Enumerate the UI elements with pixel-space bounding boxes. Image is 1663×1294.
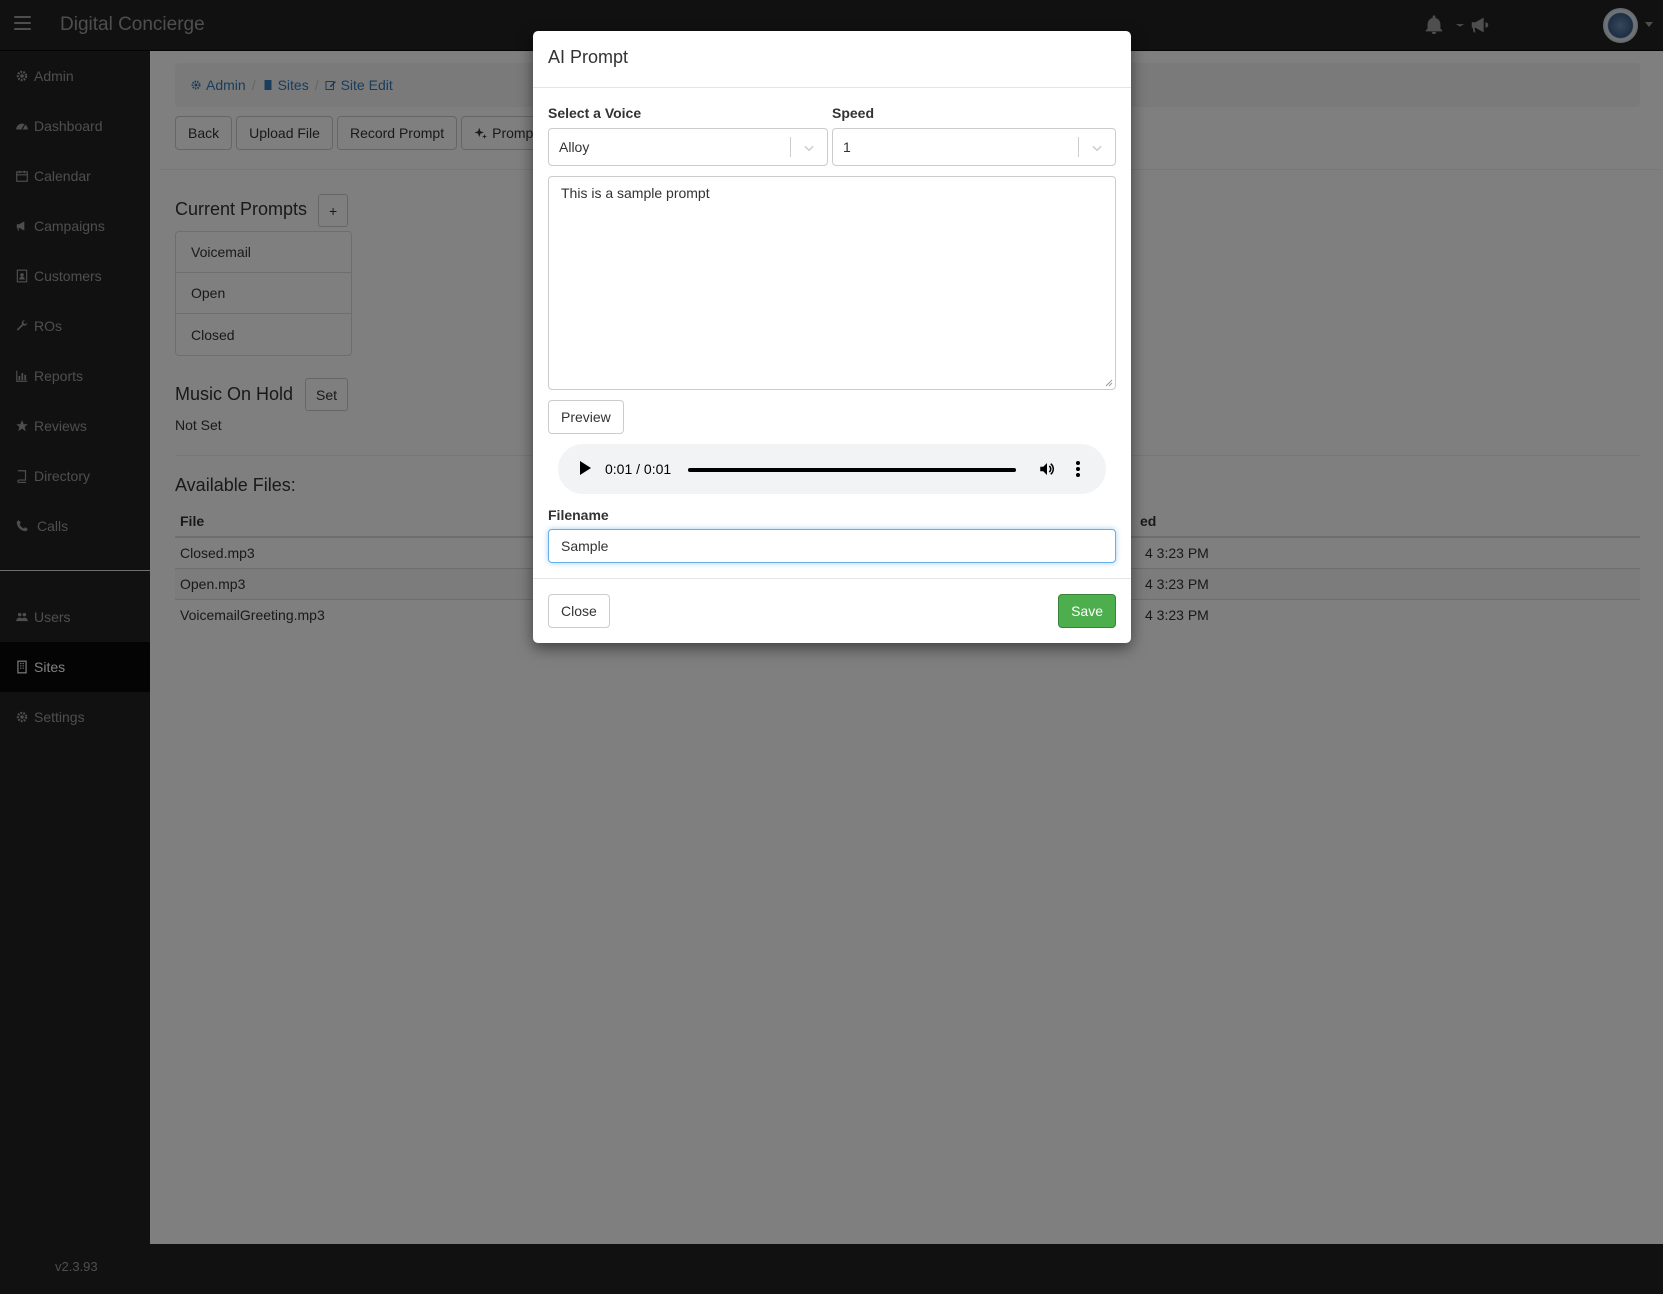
audio-time: 0:01 / 0:01 — [605, 461, 672, 477]
resize-grip-icon[interactable] — [1105, 379, 1113, 387]
save-button[interactable]: Save — [1058, 594, 1116, 628]
volume-icon[interactable] — [1038, 460, 1056, 478]
more-options-icon[interactable] — [1076, 460, 1080, 478]
modal-title: AI Prompt — [548, 47, 629, 67]
play-icon[interactable] — [580, 461, 591, 475]
chevron-down-icon[interactable] — [1090, 141, 1104, 155]
prompt-textarea[interactable]: This is a sample prompt — [548, 176, 1116, 390]
filename-label: Filename — [548, 507, 609, 523]
audio-progress-track[interactable] — [688, 468, 1016, 472]
chevron-down-icon[interactable] — [802, 141, 816, 155]
speed-select[interactable]: 1 — [832, 128, 1116, 166]
filename-input[interactable] — [548, 529, 1116, 563]
voice-label: Select a Voice — [548, 105, 642, 121]
preview-button[interactable]: Preview — [548, 400, 624, 434]
close-button[interactable]: Close — [548, 594, 610, 628]
audio-progress-fill — [688, 468, 1016, 472]
audio-player: 0:01 / 0:01 — [558, 444, 1106, 494]
speed-label: Speed — [832, 105, 875, 121]
ai-prompt-modal: AI Prompt Select a Voice Speed Alloy 1 T… — [533, 31, 1131, 643]
voice-select[interactable]: Alloy — [548, 128, 828, 166]
